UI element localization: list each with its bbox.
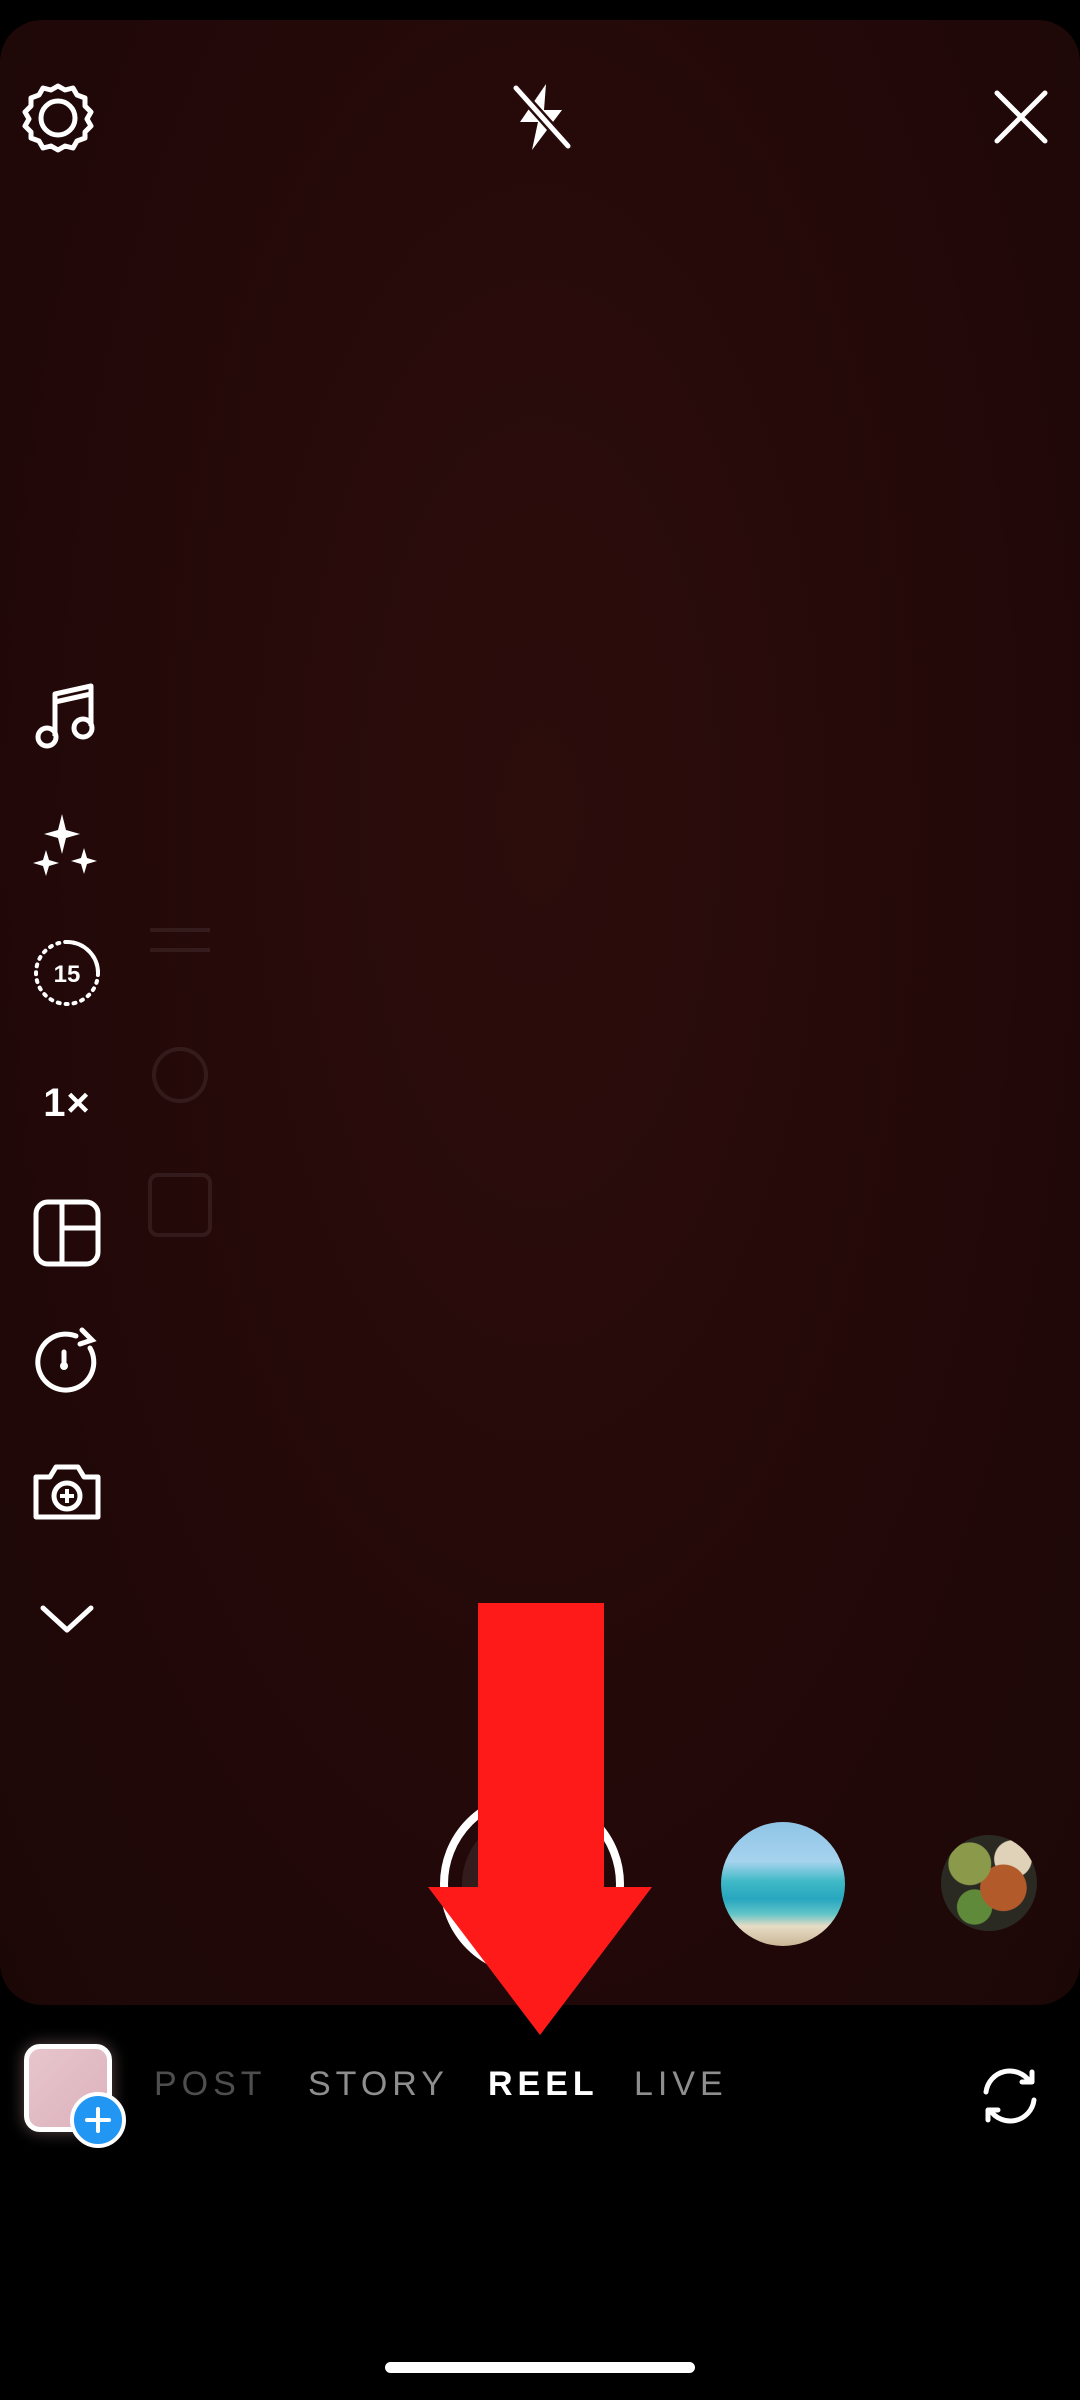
dual-camera-button[interactable]: [12, 1436, 122, 1546]
shutter-inner: [462, 1814, 602, 1954]
ghost-overlay: [148, 928, 212, 1237]
music-note-icon: [35, 683, 95, 749]
close-button[interactable]: [966, 62, 1076, 172]
capture-row: [0, 1780, 1080, 1980]
flip-camera-icon: [983, 2068, 1037, 2124]
audio-button[interactable]: [12, 660, 122, 770]
more-tools-button[interactable]: [12, 1564, 122, 1674]
length-timer-icon: 15: [34, 940, 100, 1006]
flash-off-icon: [511, 83, 573, 151]
camera-screen: 15 1× POST STORY REEL LIVE: [0, 0, 1080, 2400]
timer-button[interactable]: [12, 1306, 122, 1416]
settings-button[interactable]: [3, 62, 113, 172]
effects-button[interactable]: [12, 790, 122, 900]
effect-thumbnail-beach[interactable]: [721, 1822, 845, 1946]
tab-story[interactable]: STORY: [308, 2062, 449, 2106]
tab-post[interactable]: POST: [154, 2062, 267, 2106]
speed-label: 1×: [43, 1080, 91, 1125]
chevron-down-icon: [40, 1605, 94, 1633]
flash-button[interactable]: [486, 62, 596, 172]
shutter-button[interactable]: [440, 1792, 624, 1976]
home-indicator[interactable]: [385, 2362, 695, 2373]
close-icon: [994, 90, 1048, 144]
status-bar: [0, 0, 1080, 20]
gear-icon: [22, 83, 94, 153]
effect-thumbnail-food[interactable]: [941, 1835, 1037, 1931]
mode-bar: POST STORY REEL LIVE: [0, 2010, 1080, 2170]
timer-icon: [35, 1327, 97, 1393]
camera-plus-icon: [33, 1464, 101, 1520]
add-from-gallery-button[interactable]: [70, 2092, 126, 2148]
length-label: 15: [54, 961, 81, 988]
tab-live[interactable]: LIVE: [634, 2062, 728, 2106]
layout-grid-icon: [33, 1199, 101, 1267]
layout-button[interactable]: [12, 1178, 122, 1288]
flip-camera-button[interactable]: [960, 2046, 1060, 2146]
speed-button[interactable]: 1×: [12, 1048, 122, 1158]
tab-reel[interactable]: REEL: [488, 2062, 599, 2106]
sparkles-icon: [33, 814, 97, 876]
plus-icon: [85, 2107, 111, 2133]
camera-viewfinder[interactable]: 15 1×: [0, 20, 1080, 2005]
length-button[interactable]: 15: [12, 918, 122, 1028]
